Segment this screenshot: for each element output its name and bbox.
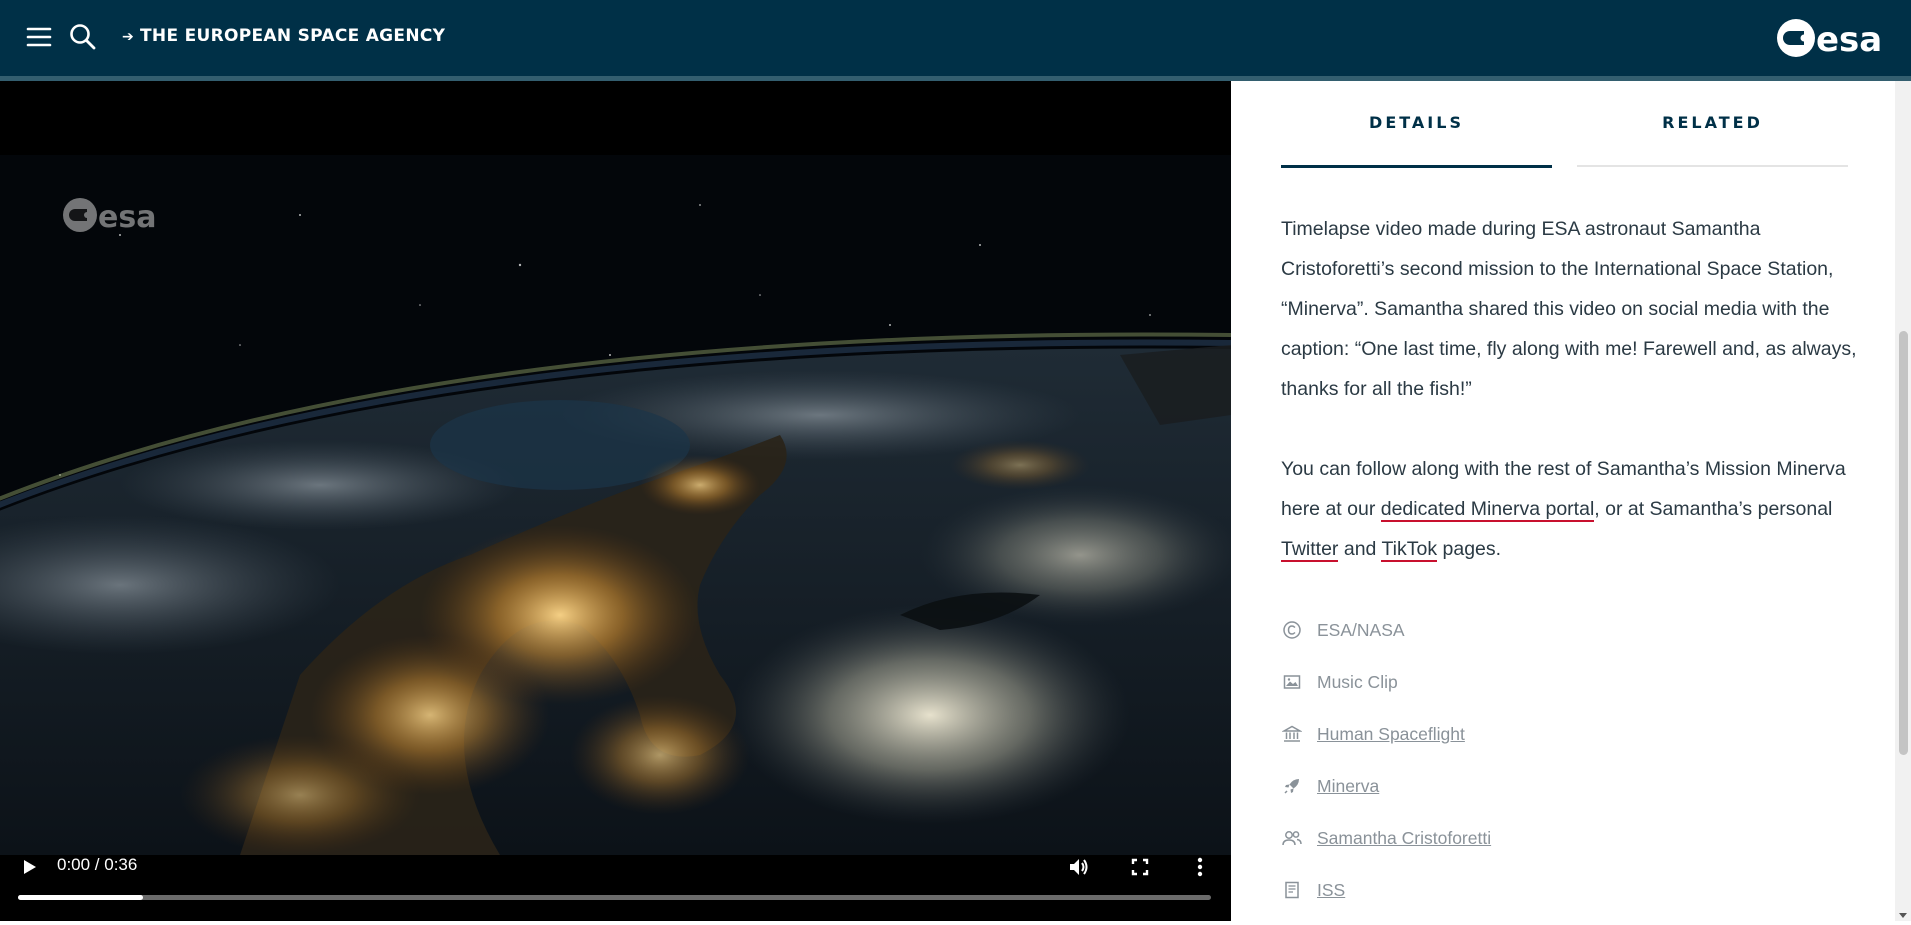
human-spaceflight-link[interactable]: Human Spaceflight	[1317, 724, 1465, 745]
tab-related-underline	[1577, 165, 1848, 167]
minerva-portal-link[interactable]: dedicated Minerva portal	[1380, 498, 1595, 522]
video-watermark-esa-logo: esa	[62, 195, 166, 235]
meta-activity: Human Spaceflight	[1281, 719, 1861, 749]
meta-mission: Minerva	[1281, 771, 1861, 801]
book-icon	[1281, 879, 1303, 901]
esa-logo[interactable]: esa	[1776, 16, 1890, 60]
volume-icon[interactable]	[1063, 851, 1095, 883]
minerva-mission-link[interactable]: Minerva	[1317, 776, 1379, 797]
image-icon	[1281, 671, 1303, 693]
samantha-cristoforetti-link[interactable]: Samantha Cristoforetti	[1317, 828, 1491, 849]
meta-copyright: ESA/NASA	[1281, 615, 1861, 645]
video-time-display: 0:00 / 0:36	[57, 855, 138, 874]
agency-home-link[interactable]: ➔ THE EUROPEAN SPACE AGENCY	[122, 26, 445, 46]
video-description: Timelapse video made during ESA astronau…	[1281, 209, 1861, 569]
meta-system: ISS	[1281, 875, 1861, 905]
svg-text:esa: esa	[1816, 20, 1882, 60]
description-text: pages.	[1437, 538, 1502, 560]
search-icon[interactable]	[63, 18, 103, 58]
hamburger-menu-icon[interactable]	[20, 18, 60, 58]
copyright-icon	[1281, 619, 1303, 641]
more-options-icon[interactable]	[1184, 851, 1216, 883]
iss-link[interactable]: ISS	[1317, 880, 1345, 901]
people-icon	[1281, 827, 1303, 849]
arrow-right-icon: ➔	[122, 29, 135, 45]
meta-people: Samantha Cristoforetti	[1281, 823, 1861, 853]
panel-scrollbar[interactable]	[1895, 81, 1911, 921]
scrollbar-thumb[interactable]	[1899, 331, 1908, 755]
description-paragraph-2: You can follow along with the rest of Sa…	[1281, 449, 1861, 569]
meta-type: Music Clip	[1281, 667, 1861, 697]
tiktok-link[interactable]: TikTok	[1381, 538, 1438, 562]
play-icon[interactable]	[13, 851, 45, 883]
twitter-link[interactable]: Twitter	[1281, 538, 1339, 562]
tab-details-underline	[1281, 165, 1552, 168]
rocket-icon	[1281, 775, 1303, 797]
description-paragraph-1: Timelapse video made during ESA astronau…	[1281, 218, 1857, 400]
details-panel: DETAILS RELATED Timelapse video made dur…	[1231, 81, 1895, 921]
tab-details[interactable]: DETAILS	[1281, 113, 1552, 153]
institution-icon	[1281, 723, 1303, 745]
fullscreen-icon[interactable]	[1124, 851, 1156, 883]
video-progress-bar[interactable]	[18, 895, 1211, 900]
video-progress-fill	[18, 895, 144, 900]
agency-label: THE EUROPEAN SPACE AGENCY	[140, 26, 446, 46]
type-label: Music Clip	[1317, 671, 1398, 692]
copyright-label: ESA/NASA	[1317, 619, 1405, 640]
video-frame-earth-at-night[interactable]: esa	[0, 155, 1231, 855]
site-header: ➔ THE EUROPEAN SPACE AGENCY esa	[0, 0, 1911, 76]
scroll-down-arrow-icon[interactable]	[1898, 907, 1908, 918]
svg-text:esa: esa	[98, 200, 156, 235]
description-text: and	[1338, 538, 1382, 560]
tab-related[interactable]: RELATED	[1577, 113, 1848, 153]
description-text: , or at Samantha’s personal	[1594, 498, 1833, 520]
video-player[interactable]: esa	[0, 81, 1231, 921]
